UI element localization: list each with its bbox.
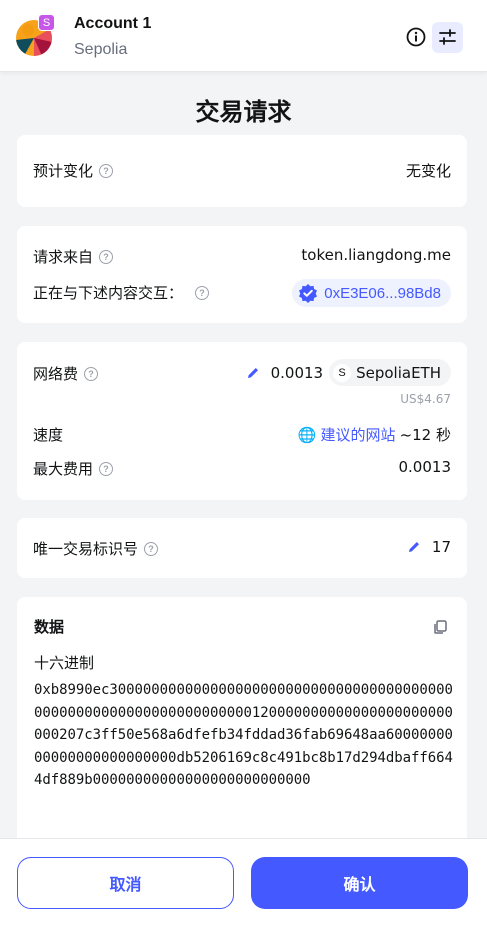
nonce-label: 唯一交易标识号 <box>33 540 139 558</box>
token-name: SepoliaETH <box>356 363 441 382</box>
help-icon[interactable]: ? <box>99 249 114 264</box>
estimated-changes-value: 无变化 <box>405 162 451 180</box>
nonce-row: 唯一交易标识号 ? <box>33 538 159 559</box>
contract-address-pill[interactable]: 0xE3E06...98Bd8 <box>292 279 451 307</box>
network-fee-row: 网络费 ? <box>33 363 99 384</box>
sliders-icon[interactable] <box>432 22 463 53</box>
help-icon[interactable]: ? <box>99 461 114 476</box>
interacting-with-row: 正在与下述内容交互： ? <box>33 282 210 303</box>
confirm-button[interactable]: 确认 <box>251 857 468 909</box>
token-badge: S <box>333 363 352 382</box>
nonce-value-wrap: 17 <box>406 538 451 556</box>
fiat-value: US$4.67 <box>400 392 451 406</box>
cancel-button[interactable]: 取消 <box>17 857 234 909</box>
max-fee-row: 最大费用 ? <box>33 458 114 479</box>
network-badge: S <box>38 14 55 31</box>
network-fee-amount: 0.0013 <box>270 363 324 382</box>
network-fee-value: 0.0013 S SepoliaETH <box>245 359 451 386</box>
request-card: 请求来自 ? token.liangdong.me 正在与下述内容交互： ? 0… <box>17 226 467 323</box>
max-fee-value: 0.0013 <box>398 458 452 476</box>
fees-card: 网络费 ? 0.0013 S SepoliaETH US$4.67 速度 🌐 建… <box>17 342 467 500</box>
request-from-label: 请求来自 <box>33 248 94 266</box>
globe-icon: 🌐 <box>297 425 317 444</box>
max-fee-label: 最大费用 <box>33 460 94 478</box>
pencil-icon[interactable] <box>406 539 422 555</box>
speed-time: ~12 秒 <box>399 426 451 444</box>
account-name[interactable]: Account 1 <box>74 15 151 33</box>
nonce-card: 唯一交易标识号 ? 17 <box>17 518 467 578</box>
footer: 取消 确认 <box>0 838 487 930</box>
nonce-value: 17 <box>431 538 451 556</box>
hex-data: 0xb8990ec3000000000000000000000000000000… <box>34 682 453 788</box>
speed-value: 🌐 建议的网站 ~12 秒 <box>298 424 451 445</box>
info-icon[interactable] <box>405 26 427 48</box>
help-icon[interactable]: ? <box>195 285 210 300</box>
token-pill: S SepoliaETH <box>329 359 451 386</box>
help-icon[interactable]: ? <box>144 541 159 556</box>
page-title: 交易请求 <box>195 98 292 126</box>
network-name: Sepolia <box>74 41 128 58</box>
request-from-value: token.liangdong.me <box>301 246 451 264</box>
estimated-changes-card: 预计变化 ? 无变化 <box>17 135 467 207</box>
network-fee-label: 网络费 <box>33 365 79 383</box>
contract-address: 0xE3E06...98Bd8 <box>324 284 441 302</box>
verified-badge-icon <box>299 284 318 303</box>
request-from-row: 请求来自 ? <box>33 246 114 267</box>
header: S Account 1 Sepolia <box>0 0 487 72</box>
help-icon[interactable]: ? <box>99 163 114 178</box>
speed-site: 建议的网站 <box>320 426 396 444</box>
speed-row: 速度 <box>33 424 63 445</box>
copy-icon[interactable] <box>432 619 448 635</box>
help-icon[interactable]: ? <box>84 366 99 381</box>
account-avatar[interactable]: S <box>16 14 56 56</box>
estimated-changes-label: 预计变化 <box>33 162 94 180</box>
speed-label: 速度 <box>33 426 64 444</box>
hex-label: 十六进制 <box>34 654 95 672</box>
data-title: 数据 <box>34 618 65 636</box>
interacting-with-label: 正在与下述内容交互： <box>33 284 184 302</box>
pencil-icon[interactable] <box>245 365 261 381</box>
data-card: 数据 十六进制 0xb8990ec30000000000000000000000… <box>17 597 467 877</box>
estimated-changes-row: 预计变化 ? <box>33 160 114 181</box>
